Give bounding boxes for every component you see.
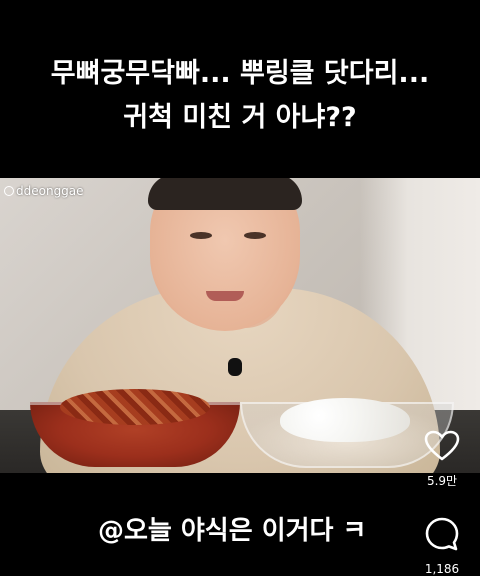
person-eye-right — [244, 232, 266, 239]
heart-icon — [424, 430, 460, 461]
comment-count: 1,186 — [424, 562, 460, 576]
bottom-bar: @오늘 야식은 이거다 ㅋ — [0, 473, 480, 575]
food-bowl-left — [30, 389, 240, 467]
like-button[interactable]: 5.9만 — [420, 430, 464, 489]
comment-icon — [425, 517, 459, 551]
like-count: 5.9만 — [426, 474, 458, 488]
person-eye-left — [190, 232, 212, 239]
video-frame[interactable]: ddeonggae — [0, 178, 480, 473]
watermark-icon — [4, 186, 14, 196]
watermark: ddeonggae — [4, 184, 84, 198]
spicy-food — [60, 389, 210, 425]
person-mouth — [206, 291, 244, 301]
bottom-caption: @오늘 야식은 이거다 ㅋ — [98, 516, 367, 546]
microphone — [228, 358, 242, 376]
rice — [280, 398, 410, 442]
top-caption: 무뼈궁무닥빠... 뿌링클 닷다리... 귀척 미친 거 아냐?? — [0, 0, 480, 178]
caption-line-2: 귀척 미친 거 아냐?? — [123, 102, 357, 133]
comment-button[interactable]: 1,186 — [420, 516, 464, 576]
watermark-text: ddeonggae — [16, 184, 84, 198]
person-hair — [148, 178, 302, 210]
caption-line-1: 무뼈궁무닥빠... 뿌링클 닷다리... — [50, 58, 430, 89]
